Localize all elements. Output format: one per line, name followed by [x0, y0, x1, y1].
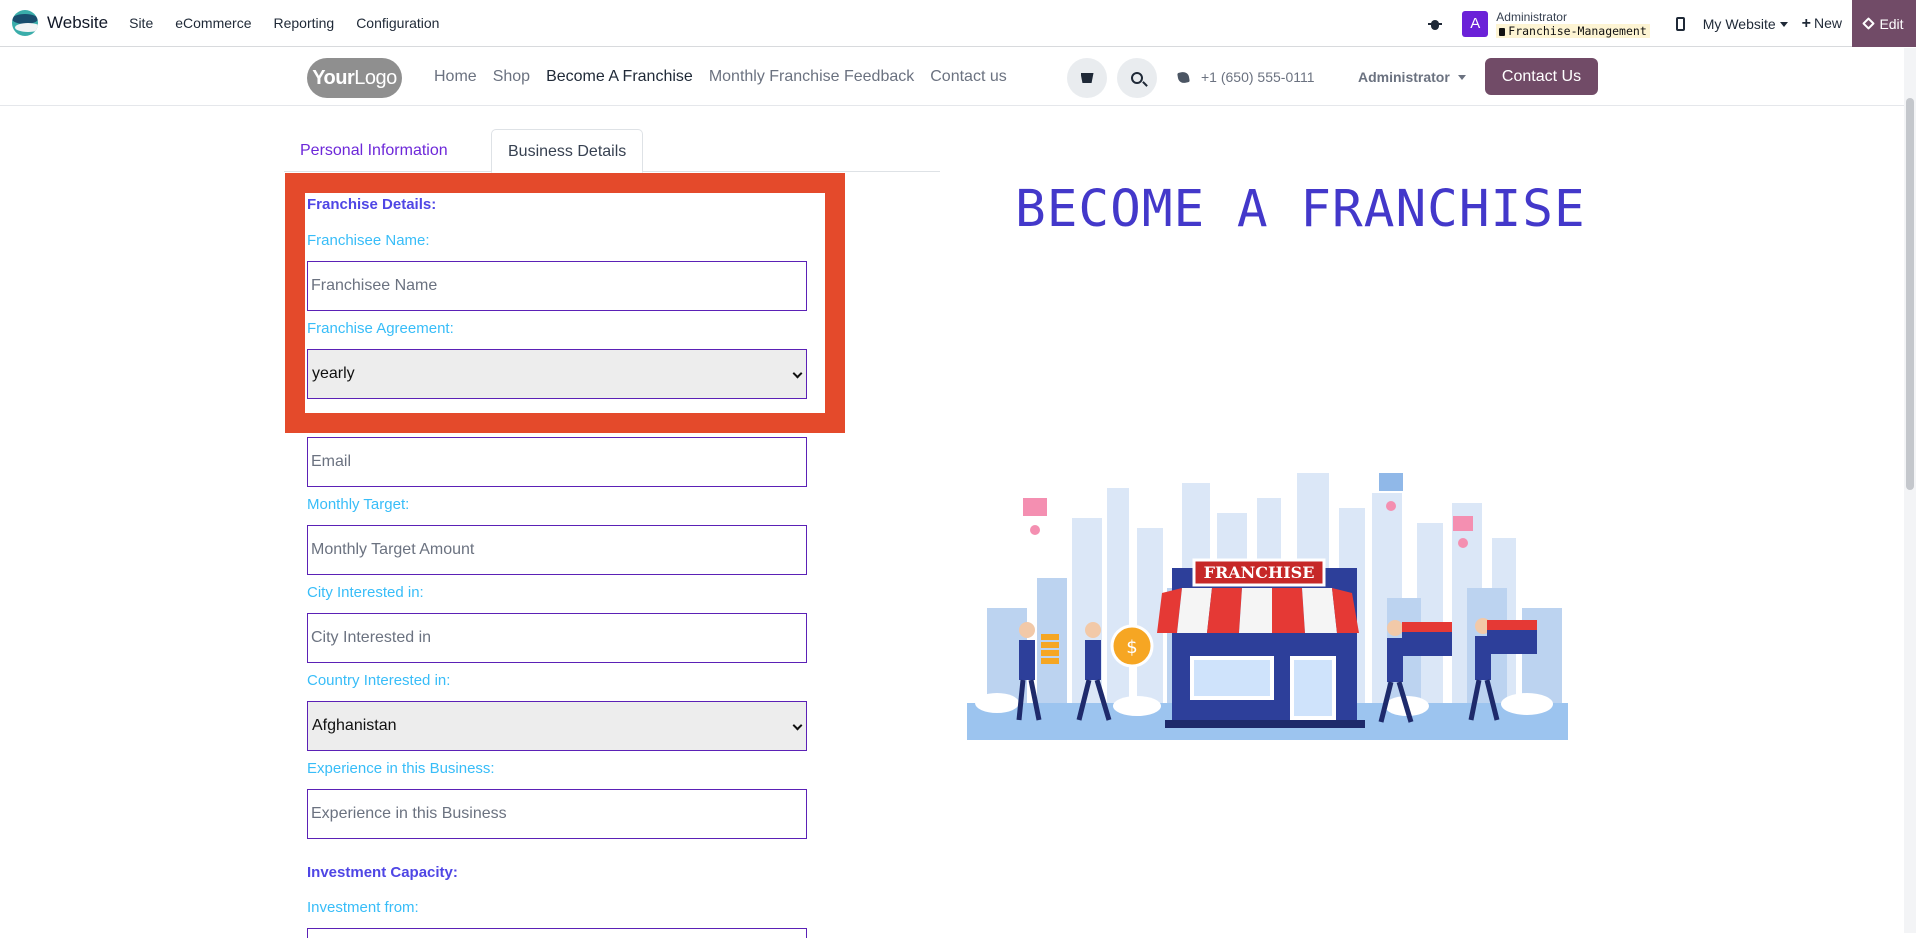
- city-interested-label: City Interested in:: [307, 584, 424, 601]
- logo-text-light: Logo: [354, 66, 397, 89]
- database-badge: Franchise-Management: [1496, 23, 1650, 38]
- contact-us-button[interactable]: Contact Us: [1485, 58, 1598, 95]
- country-interested-label: Country Interested in:: [307, 672, 451, 689]
- page-title: BECOME A FRANCHISE: [1015, 180, 1586, 239]
- mobile-preview-icon[interactable]: [1675, 16, 1685, 31]
- search-icon: [1131, 72, 1143, 84]
- user-menu-label: Administrator: [1358, 69, 1450, 85]
- top-menu: Site eCommerce Reporting Configuration: [118, 0, 450, 47]
- admin-navbar: Website Site eCommerce Reporting Configu…: [0, 0, 1916, 47]
- email-field[interactable]: Email: [307, 437, 807, 487]
- phone-link[interactable]: +1 (650) 555-0111: [1177, 48, 1315, 106]
- pencil-icon: [1862, 17, 1876, 30]
- section-investment-capacity: Investment Capacity:: [307, 864, 458, 881]
- my-website-dropdown[interactable]: My Website: [1703, 16, 1788, 32]
- user-menu[interactable]: Administrator: [1358, 48, 1466, 106]
- avatar[interactable]: A: [1462, 10, 1489, 37]
- topbar-right: A Administrator Franchise-Management My …: [1428, 0, 1916, 47]
- form-tabs: Personal Information Business Details: [284, 129, 940, 173]
- tab-personal-information[interactable]: Personal Information: [284, 129, 464, 172]
- monthly-target-input[interactable]: Monthly Target Amount: [307, 525, 807, 575]
- cart-icon: [1080, 73, 1094, 83]
- edit-button[interactable]: Edit: [1852, 0, 1916, 47]
- new-button[interactable]: + New: [1802, 15, 1842, 33]
- tab-business-details[interactable]: Business Details: [491, 129, 644, 173]
- phone-number: +1 (650) 555-0111: [1201, 69, 1315, 85]
- edit-label: Edit: [1879, 15, 1904, 32]
- nav-contact-us[interactable]: Contact us: [930, 68, 1006, 86]
- experience-label: Experience in this Business:: [307, 760, 495, 777]
- nav-monthly-franchise-feedback[interactable]: Monthly Franchise Feedback: [709, 68, 914, 86]
- plus-icon: +: [1801, 14, 1811, 32]
- country-value: Afghanistan: [312, 717, 397, 734]
- nav-shop[interactable]: Shop: [493, 68, 530, 86]
- nav-home[interactable]: Home: [434, 68, 477, 86]
- store-sign: FRANCHISE: [1204, 563, 1315, 582]
- country-interested-select[interactable]: Afghanistan: [307, 701, 807, 751]
- site-header: Your Logo Home Shop Become A Franchise Mo…: [0, 48, 1916, 106]
- menu-ecommerce[interactable]: eCommerce: [164, 0, 262, 47]
- chevron-down-icon: [1779, 21, 1788, 27]
- website-app-icon: [12, 10, 38, 36]
- page-scrollbar[interactable]: [1904, 48, 1916, 933]
- app-brand[interactable]: Website: [12, 0, 108, 47]
- nav-become-a-franchise[interactable]: Become A Franchise: [546, 68, 693, 86]
- site-logo[interactable]: Your Logo: [307, 58, 402, 98]
- franchise-illustration: FRANCHISE $: [967, 458, 1568, 740]
- highlight-box: [285, 173, 845, 433]
- app-name: Website: [47, 13, 109, 32]
- cart-button[interactable]: [1067, 58, 1107, 98]
- experience-input[interactable]: Experience in this Business: [307, 789, 807, 839]
- svg-text:$: $: [1126, 637, 1137, 658]
- logo-text-bold: Your: [312, 66, 355, 89]
- database-icon: [1499, 27, 1506, 36]
- menu-reporting[interactable]: Reporting: [262, 0, 345, 47]
- investment-from-input[interactable]: [307, 928, 807, 938]
- investment-from-label: Investment from:: [307, 899, 419, 916]
- bug-icon[interactable]: [1428, 17, 1443, 31]
- user-block[interactable]: Administrator Franchise-Management: [1496, 9, 1650, 38]
- menu-configuration[interactable]: Configuration: [345, 0, 450, 47]
- new-label: New: [1813, 14, 1842, 31]
- scrollbar-thumb[interactable]: [1906, 98, 1914, 490]
- chevron-down-icon: [792, 720, 803, 731]
- user-name: Administrator: [1496, 9, 1567, 24]
- city-interested-input[interactable]: City Interested in: [307, 613, 807, 663]
- my-website-label: My Website: [1702, 15, 1776, 32]
- monthly-target-label: Monthly Target:: [307, 496, 410, 513]
- chevron-down-icon: [1457, 74, 1466, 80]
- database-name: Franchise-Management: [1508, 23, 1647, 38]
- search-button[interactable]: [1117, 58, 1157, 98]
- phone-icon: [1177, 70, 1190, 84]
- menu-site[interactable]: Site: [118, 0, 164, 47]
- site-nav: Home Shop Become A Franchise Monthly Fra…: [434, 48, 1023, 106]
